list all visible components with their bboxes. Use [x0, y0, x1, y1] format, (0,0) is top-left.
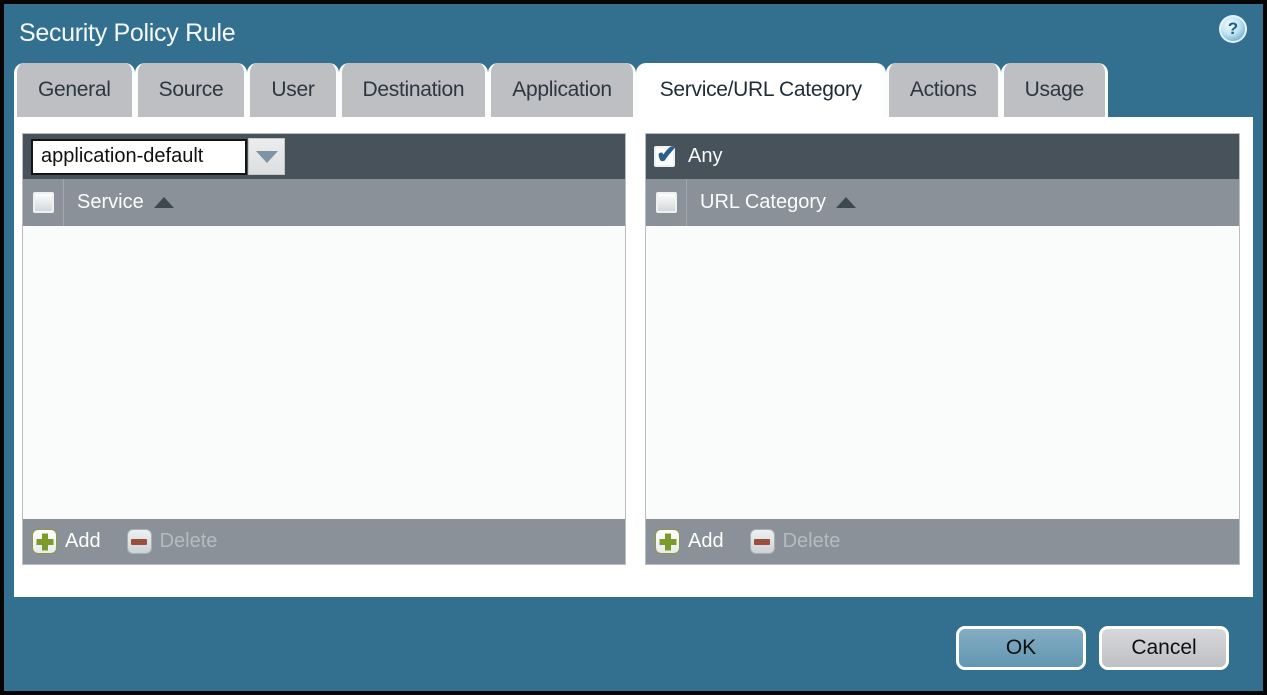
- tab-user[interactable]: User: [247, 63, 339, 117]
- cancel-button[interactable]: Cancel: [1099, 626, 1229, 670]
- service-column-header[interactable]: Service: [77, 191, 174, 214]
- url-category-column-label: URL Category: [700, 191, 826, 213]
- service-add-button[interactable]: Add: [32, 529, 101, 554]
- url-category-footer: Add Delete: [646, 519, 1239, 564]
- tab-destination[interactable]: Destination: [338, 63, 489, 117]
- service-type-input[interactable]: [31, 138, 247, 175]
- tab-actions[interactable]: Actions: [885, 63, 1001, 117]
- tab-application[interactable]: Application: [488, 63, 636, 117]
- tab-service-url-category[interactable]: Service/URL Category: [635, 63, 886, 117]
- tab-bar: General Source User Destination Applicat…: [14, 63, 1253, 117]
- service-list[interactable]: [23, 226, 625, 519]
- tab-source[interactable]: Source: [134, 63, 248, 117]
- service-select-all-cell: [23, 179, 64, 226]
- url-category-grid-header: URL Category: [646, 179, 1239, 226]
- plus-icon: [655, 529, 680, 554]
- minus-icon: [749, 529, 775, 554]
- service-column-label: Service: [77, 191, 144, 213]
- url-category-select-all-checkbox[interactable]: [655, 192, 677, 213]
- url-category-toolbar: Any: [646, 134, 1239, 179]
- any-label: Any: [688, 145, 723, 167]
- ok-button[interactable]: OK: [956, 626, 1086, 670]
- service-panel: Service Add Delete: [22, 133, 626, 565]
- security-policy-rule-dialog: Security Policy Rule ? General Source Us…: [0, 0, 1267, 695]
- service-grid-header: Service: [23, 179, 625, 226]
- service-footer: Add Delete: [23, 519, 625, 564]
- url-category-add-button[interactable]: Add: [655, 529, 724, 554]
- chevron-down-icon: [255, 150, 278, 163]
- sort-ascending-icon: [153, 197, 174, 208]
- service-delete-button[interactable]: Delete: [126, 529, 218, 554]
- help-glyph: ?: [1227, 19, 1239, 38]
- service-type-combobox: [31, 138, 285, 175]
- tab-content-panel: Service Add Delete Any: [14, 117, 1253, 597]
- help-icon[interactable]: ?: [1219, 15, 1247, 43]
- minus-icon: [126, 529, 152, 554]
- url-category-list[interactable]: [646, 226, 1239, 519]
- url-category-select-all-cell: [646, 179, 687, 226]
- tab-general[interactable]: General: [14, 63, 135, 117]
- service-type-dropdown-button[interactable]: [248, 138, 285, 175]
- service-select-all-checkbox[interactable]: [32, 192, 54, 213]
- any-checkbox[interactable]: [654, 139, 678, 170]
- service-delete-label: Delete: [159, 530, 218, 552]
- sort-ascending-icon: [835, 197, 856, 208]
- url-category-column-header[interactable]: URL Category: [700, 191, 856, 214]
- service-add-label: Add: [65, 530, 101, 552]
- url-category-delete-button[interactable]: Delete: [749, 529, 841, 554]
- service-toolbar: [23, 134, 625, 179]
- url-category-panel: Any URL Category Add Delete: [645, 133, 1240, 565]
- plus-icon: [32, 529, 57, 554]
- dialog-title: Security Policy Rule: [19, 19, 236, 47]
- url-category-add-label: Add: [688, 530, 724, 552]
- url-category-delete-label: Delete: [782, 530, 841, 552]
- tab-usage[interactable]: Usage: [1000, 63, 1108, 117]
